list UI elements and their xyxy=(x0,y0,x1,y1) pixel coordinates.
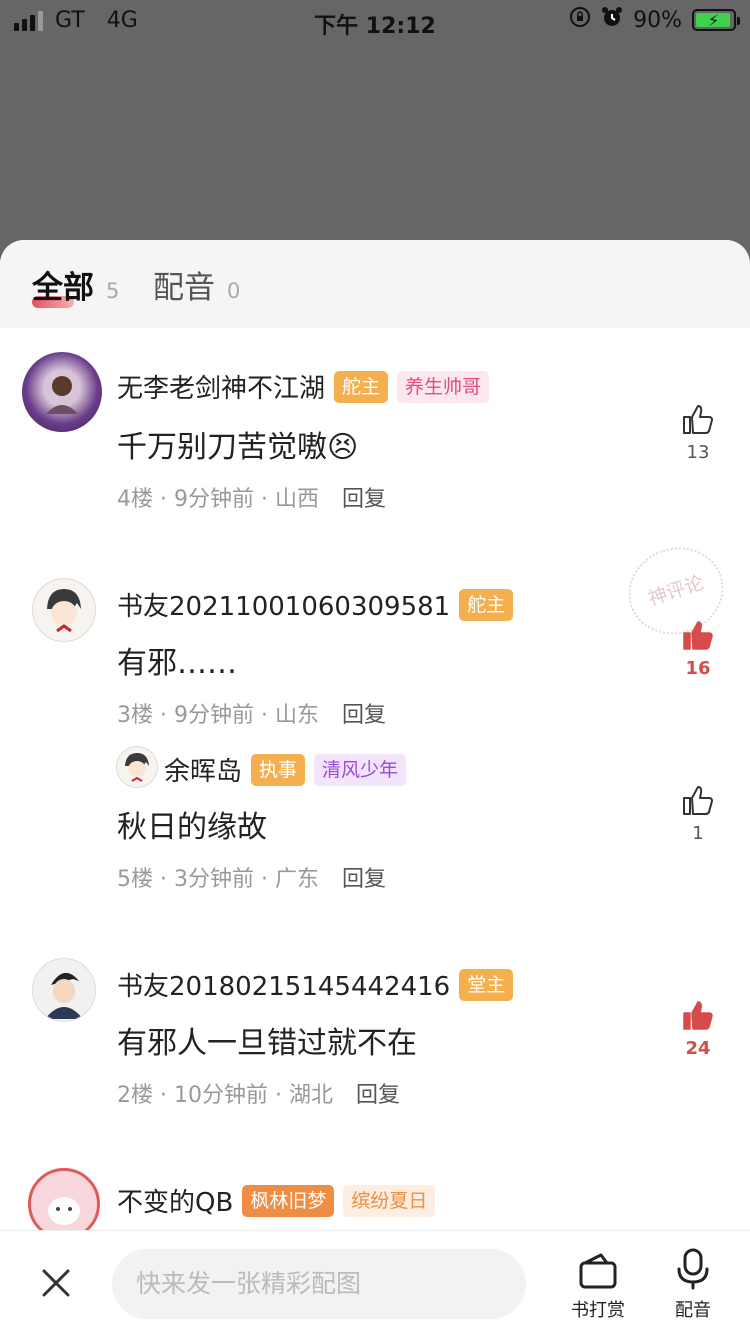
like-button[interactable]: 13 xyxy=(668,402,728,463)
tab-bar: 全部 5 配音 0 xyxy=(0,240,750,328)
battery-percent: 90% xyxy=(633,7,682,33)
comment-meta: 3楼 · 9分钟前 · 山东 xyxy=(117,703,319,728)
reward-label: 书打赏 xyxy=(571,1300,625,1321)
close-icon xyxy=(42,1269,70,1297)
like-button[interactable]: 16 xyxy=(668,618,728,679)
tab-dubbing-label: 配音 xyxy=(153,270,215,306)
comment-text: 有邪…… xyxy=(117,646,237,681)
emoji-icon: 😣 xyxy=(327,430,359,465)
reply-button[interactable]: 回复 xyxy=(356,1083,400,1108)
commenter-name[interactable]: 书友20180215145442416 xyxy=(117,966,450,1003)
like-button[interactable]: 24 xyxy=(668,998,728,1059)
comment-input[interactable]: 快来发一张精彩配图 xyxy=(112,1249,526,1319)
reply-button[interactable]: 回复 xyxy=(342,703,386,728)
alarm-icon xyxy=(601,6,623,34)
rank-badge: 堂主 xyxy=(459,968,514,1001)
wallet-icon xyxy=(579,1253,617,1289)
comment-meta: 4楼 · 9分钟前 · 山西 xyxy=(117,487,319,512)
voice-button[interactable]: 配音 xyxy=(664,1247,722,1322)
status-bar: GT 4G 下午 12:12 90% ⚡ xyxy=(0,0,750,40)
title-badge: 枫林旧梦 xyxy=(242,1184,335,1217)
avatar[interactable] xyxy=(22,352,102,432)
comment-text: 有邪人一旦错过就不在 xyxy=(117,1026,417,1061)
thumb-up-icon xyxy=(683,1001,713,1030)
rotation-lock-icon xyxy=(569,6,591,34)
tab-dubbing[interactable]: 配音 0 xyxy=(153,262,240,307)
tab-all-label: 全部 xyxy=(32,270,94,306)
comment-text: 千万别刀苦觉嗷 xyxy=(117,430,327,465)
commenter-name[interactable]: 余晖岛 xyxy=(164,751,242,788)
rank-badge: 舵主 xyxy=(334,370,389,403)
thumb-up-icon xyxy=(683,621,713,650)
title-badge: 缤纷夏日 xyxy=(343,1184,436,1217)
commenter-name[interactable]: 无李老剑神不江湖 xyxy=(117,368,325,405)
comment-text: 秋日的缘故 xyxy=(117,810,267,845)
comment-meta: 2楼 · 10分钟前 · 湖北 xyxy=(117,1083,333,1108)
commenter-name[interactable]: 书友20211001060309581 xyxy=(117,586,450,623)
like-count: 1 xyxy=(692,823,704,844)
microphone-icon xyxy=(677,1248,709,1290)
avatar[interactable] xyxy=(32,578,96,642)
title-badge: 清风少年 xyxy=(314,753,407,786)
comment-meta: 5楼 · 3分钟前 · 广东 xyxy=(117,867,319,892)
thumb-up-icon xyxy=(683,786,713,815)
bottom-bar: 快来发一张精彩配图 书打赏 配音 xyxy=(0,1230,750,1335)
reply-button[interactable]: 回复 xyxy=(342,867,386,892)
thumb-up-icon xyxy=(683,405,713,434)
comment-text-row: 千万别刀苦觉嗷😣 xyxy=(117,422,358,466)
reward-button[interactable]: 书打赏 xyxy=(564,1251,632,1322)
like-button[interactable]: 1 xyxy=(668,783,728,844)
status-right: 90% ⚡ xyxy=(569,6,740,34)
close-button[interactable] xyxy=(38,1265,74,1305)
title-badge: 养生帅哥 xyxy=(397,370,490,403)
battery-icon: ⚡ xyxy=(692,9,740,31)
avatar[interactable] xyxy=(116,746,158,788)
commenter-name[interactable]: 不变的QB xyxy=(117,1182,233,1219)
like-count: 13 xyxy=(686,442,710,463)
tab-all-count: 5 xyxy=(106,279,120,303)
voice-label: 配音 xyxy=(675,1300,711,1321)
rank-badge: 舵主 xyxy=(459,588,514,621)
tab-dubbing-count: 0 xyxy=(227,279,241,303)
avatar[interactable] xyxy=(32,958,96,1022)
rank-badge: 执事 xyxy=(251,753,306,786)
like-count: 24 xyxy=(685,1038,711,1059)
tab-all[interactable]: 全部 5 xyxy=(32,262,119,307)
like-count: 16 xyxy=(685,658,711,679)
reply-button[interactable]: 回复 xyxy=(342,487,386,512)
